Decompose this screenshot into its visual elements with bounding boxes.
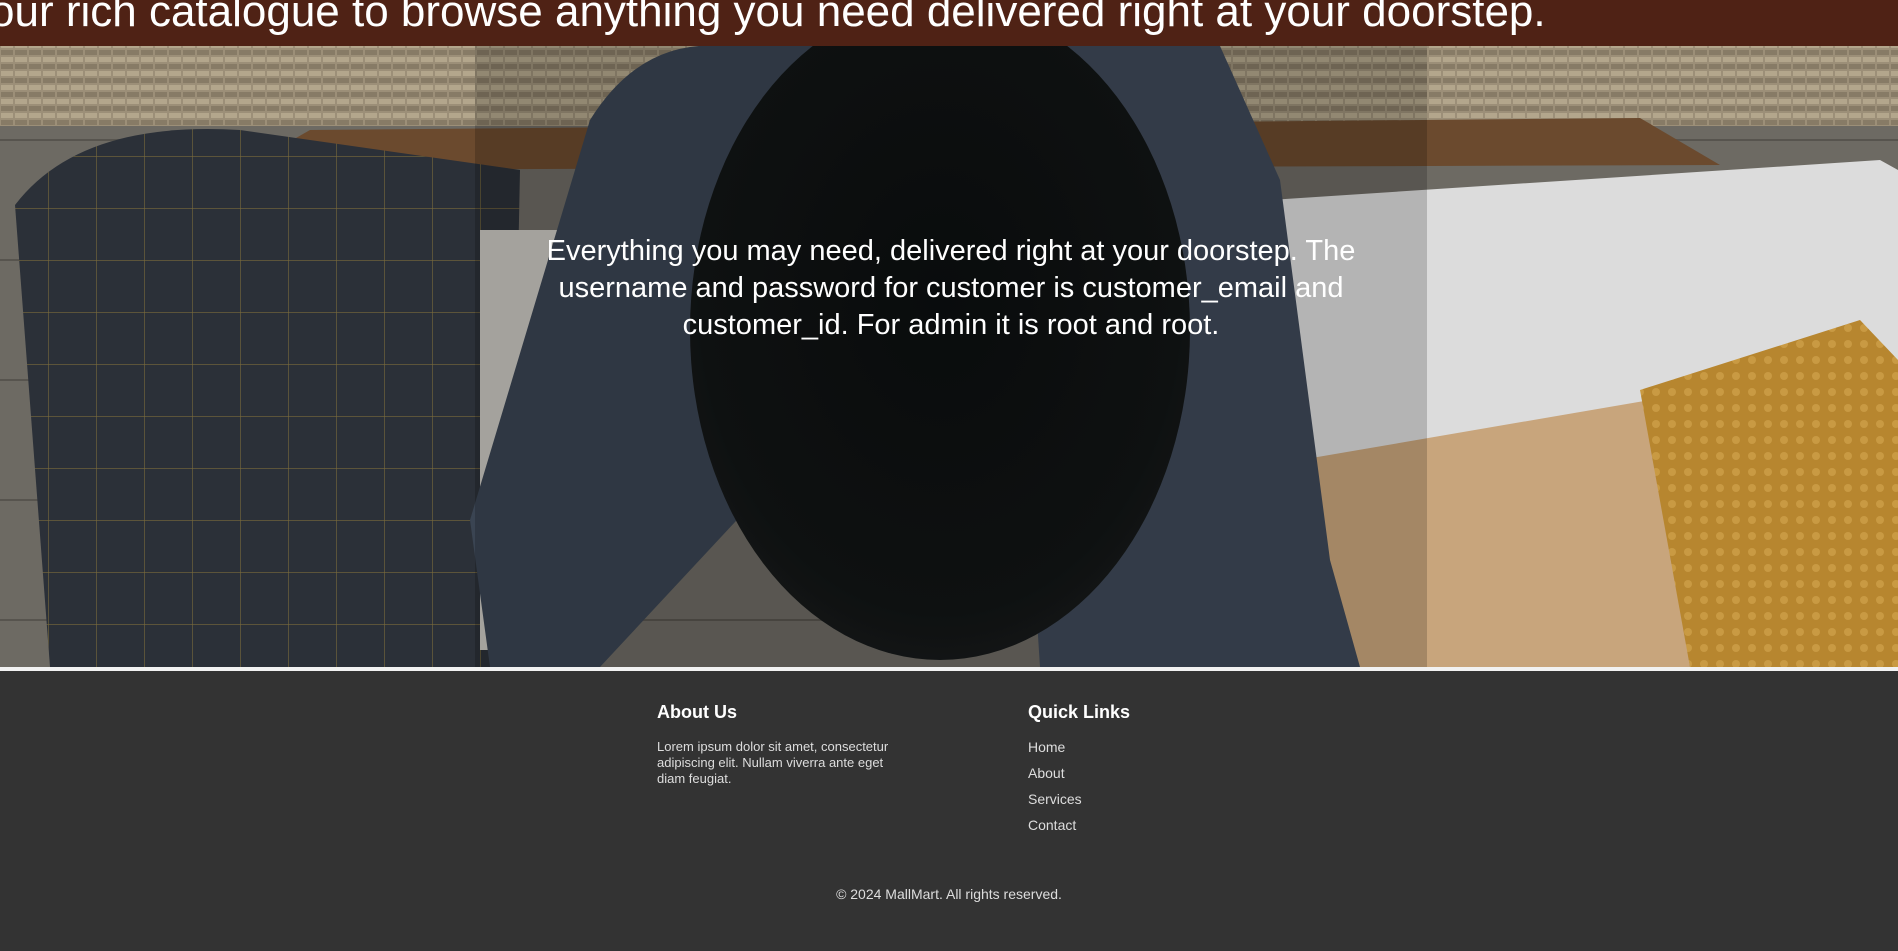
hero-section: our rich catalogue to browse anything yo… <box>0 0 1898 667</box>
about-text: Lorem ipsum dolor sit amet, consectetur … <box>657 739 889 786</box>
about-heading: About Us <box>657 702 737 722</box>
hero-message: Everything you may need, delivered right… <box>546 235 1356 341</box>
copyright-text: © 2024 MallMart. All rights reserved. <box>836 886 1062 902</box>
page: our rich catalogue to browse anything yo… <box>0 0 1898 951</box>
hero-overlay <box>475 46 1427 667</box>
quick-link-item: Home <box>1028 739 1268 755</box>
quick-links-list: Home About Services Contact <box>1028 739 1268 833</box>
footer-about-section: About Us Lorem ipsum dolor sit amet, con… <box>657 701 897 787</box>
quick-link-contact[interactable]: Contact <box>1028 817 1076 833</box>
marquee-text: our rich catalogue to browse anything yo… <box>0 0 1546 36</box>
quick-link-item: Contact <box>1028 817 1268 833</box>
quick-link-services[interactable]: Services <box>1028 791 1082 807</box>
quick-links-heading: Quick Links <box>1028 702 1131 722</box>
marquee-banner: our rich catalogue to browse anything yo… <box>0 0 1898 46</box>
quick-link-item: About <box>1028 765 1268 781</box>
quick-link-about[interactable]: About <box>1028 765 1065 781</box>
quick-link-home[interactable]: Home <box>1028 739 1065 755</box>
quick-link-item: Services <box>1028 791 1268 807</box>
footer: About Us Lorem ipsum dolor sit amet, con… <box>0 671 1898 951</box>
footer-quick-links-section: Quick Links Home About Services Contact <box>1028 701 1268 843</box>
